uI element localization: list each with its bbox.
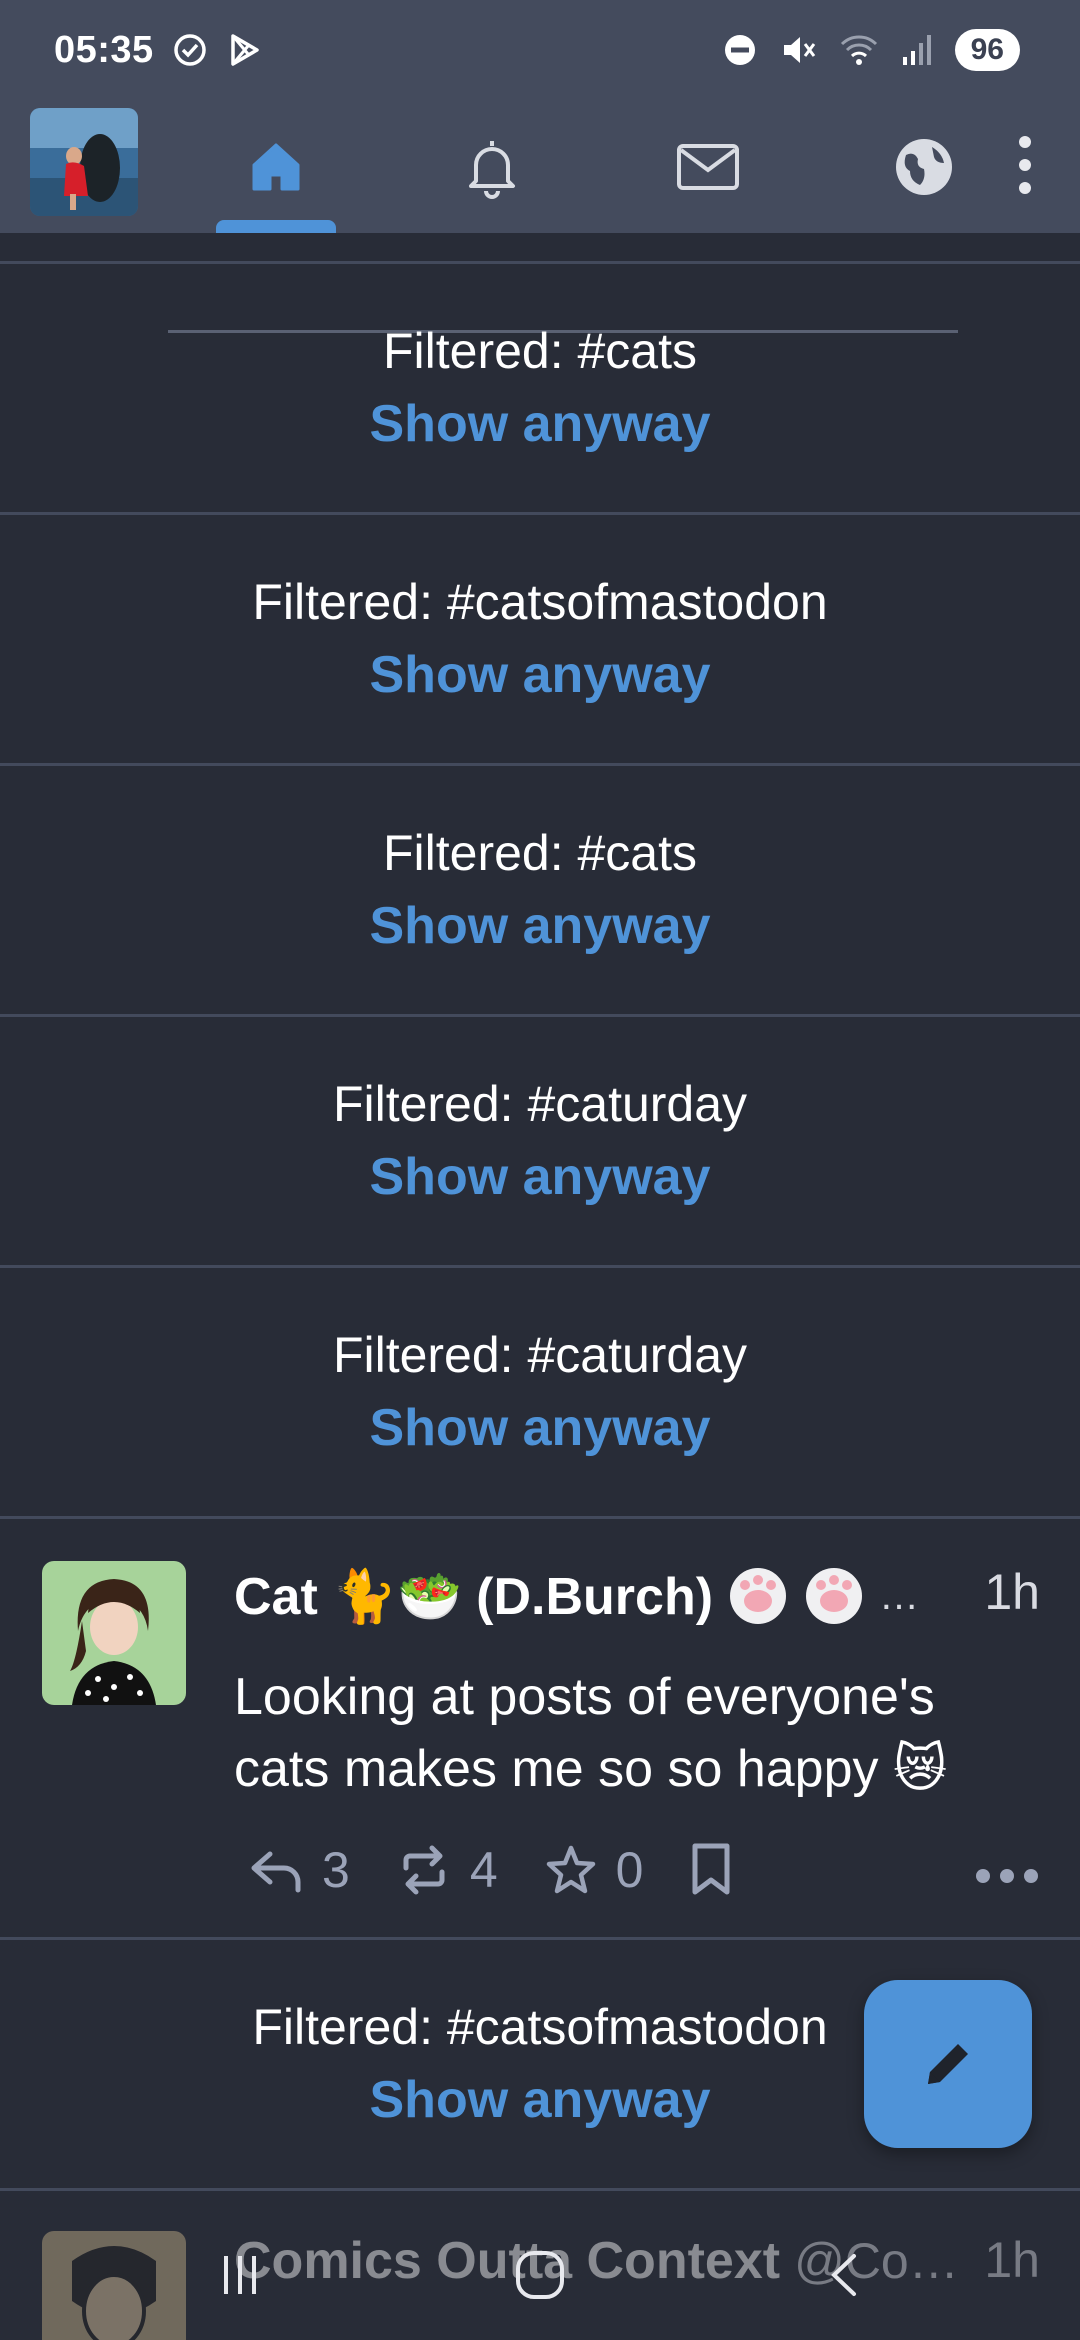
mail-icon	[677, 143, 739, 190]
boost-count: 4	[469, 1842, 498, 1898]
filter-label: Filtered: #cats	[382, 825, 697, 881]
globe-icon	[896, 138, 952, 195]
home-nav-button[interactable]	[505, 2240, 575, 2310]
show-anyway-button[interactable]: Show anyway	[370, 1398, 711, 1458]
status-bar: 05:35 96	[0, 0, 1080, 100]
favourite-count: 0	[615, 1842, 644, 1898]
tab-home[interactable]	[216, 100, 336, 233]
name-ellipsis: …	[879, 1573, 920, 1618]
battery-level: 96	[954, 29, 1020, 71]
show-anyway-button[interactable]: Show anyway	[370, 2070, 711, 2130]
show-anyway-button[interactable]: Show anyway	[370, 1147, 711, 1207]
tab-explore[interactable]	[864, 100, 984, 233]
back-icon	[831, 2254, 856, 2296]
boost-button[interactable]: 4	[396, 1841, 498, 1899]
dot-icon	[1019, 182, 1031, 194]
wifi-icon	[840, 35, 877, 65]
show-anyway-button[interactable]: Show anyway	[370, 645, 711, 705]
post-actions: 3 4 0	[248, 1841, 779, 1899]
show-anyway-button[interactable]: Show anyway	[370, 394, 711, 454]
boost-icon	[403, 1845, 445, 1895]
filtered-post: Filtered: #catsofmastodon Show anyway	[0, 515, 1080, 763]
pencil-icon	[928, 2044, 968, 2084]
post-content: Looking at posts of everyone's cats make…	[234, 1668, 948, 1798]
filtered-post: Filtered: #caturday Show anyway	[0, 1017, 1080, 1265]
status-post[interactable]: Cat 🐈🥗 (D.Burch) … 1h Looking at posts o…	[0, 1519, 1080, 1937]
cat-paw-emoji-icon	[730, 1568, 787, 1624]
favourite-button[interactable]: 0	[544, 1841, 644, 1899]
bookmark-button[interactable]	[689, 1842, 733, 1898]
app-bar	[0, 100, 1080, 333]
dot-icon	[1024, 1869, 1038, 1883]
check-circle-icon	[173, 34, 206, 66]
dot-icon	[976, 1869, 990, 1883]
recents-icon	[224, 2256, 256, 2294]
post-header: Cat 🐈🥗 (D.Burch) …	[234, 1565, 919, 1627]
back-button[interactable]	[810, 2240, 880, 2310]
dot-icon	[1019, 136, 1031, 148]
dot-icon	[1019, 159, 1031, 171]
filter-label: Filtered: #caturday	[332, 1076, 748, 1132]
reply-count: 3	[322, 1842, 350, 1898]
mute-icon	[783, 37, 815, 63]
cat-paw-emoji-icon	[806, 1568, 863, 1624]
filter-label: Filtered: #catsofmastodon	[252, 574, 828, 630]
signal-icon	[902, 35, 931, 65]
bookmark-icon	[692, 1843, 730, 1895]
recent-apps-button[interactable]	[206, 2240, 276, 2310]
dot-icon	[1000, 1869, 1014, 1883]
overflow-menu-button[interactable]	[1010, 130, 1040, 200]
reply-icon	[251, 1851, 301, 1893]
home-nav-icon	[516, 2251, 564, 2299]
tab-notifications[interactable]	[432, 100, 552, 233]
compose-button[interactable]	[864, 1980, 1032, 2148]
bell-icon	[469, 140, 515, 199]
home-icon	[252, 143, 300, 190]
play-store-icon	[230, 34, 259, 66]
clock: 05:35	[54, 28, 154, 71]
profile-avatar[interactable]	[30, 108, 138, 216]
author-avatar[interactable]	[42, 1561, 186, 1705]
author-name[interactable]: Cat 🐈🥗 (D.Burch)	[234, 1566, 713, 1627]
filtered-post: Filtered: #cats Show anyway	[0, 264, 1080, 512]
filtered-post: Filtered: #caturday Show anyway	[0, 1268, 1080, 1516]
active-tab-indicator	[216, 220, 336, 233]
filter-label: Filtered: #cats	[382, 323, 697, 379]
status-left: 05:35	[54, 29, 262, 72]
post-time: 1h	[984, 1564, 1040, 1620]
reply-button[interactable]: 3	[248, 1841, 350, 1899]
tab-messages[interactable]	[648, 100, 768, 233]
filtered-post: Filtered: #cats Show anyway	[0, 766, 1080, 1014]
filter-label: Filtered: #catsofmastodon	[252, 1999, 828, 2055]
status-right: 96	[723, 29, 1020, 71]
filter-label: Filtered: #caturday	[332, 1327, 748, 1383]
show-anyway-button[interactable]: Show anyway	[370, 896, 711, 956]
do-not-disturb-icon	[724, 35, 755, 65]
star-icon	[546, 1845, 595, 1894]
more-options-button[interactable]	[976, 1869, 1038, 1883]
system-nav-bar	[0, 2210, 1080, 2340]
